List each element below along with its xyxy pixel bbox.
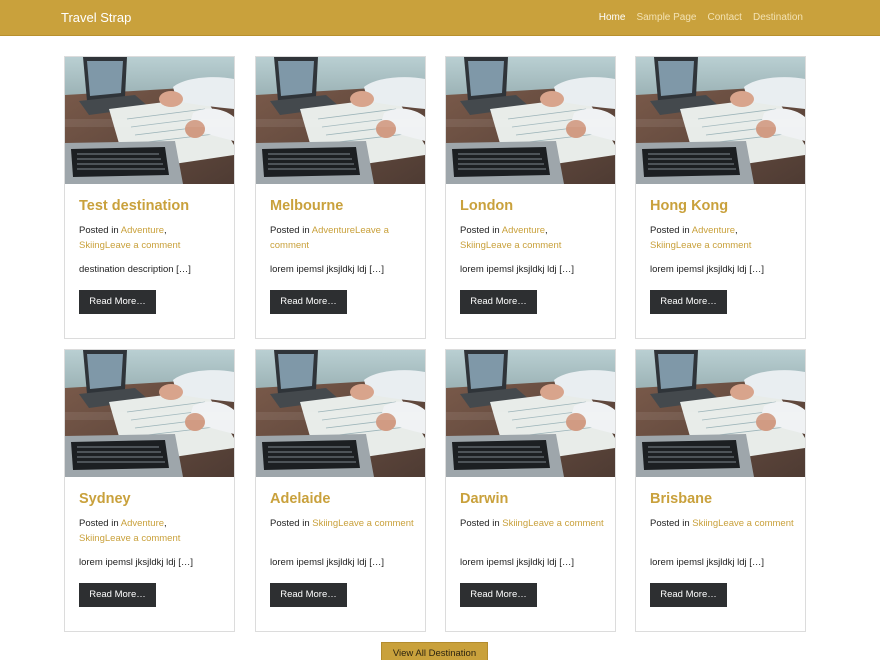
post-excerpt: lorem ipemsl jksjldkj ldj […] (650, 557, 765, 568)
post-title-link[interactable]: Melbourne (270, 198, 343, 214)
post-card: Hong Kong Posted in Adventure, SkiingLeav… (635, 56, 806, 339)
leave-comment-link[interactable]: Leave a comment (486, 240, 562, 251)
post-title-link[interactable]: Test destination (79, 198, 189, 214)
leave-comment-link[interactable]: Leave a comment (676, 240, 752, 251)
read-more-button[interactable]: Read More… (270, 290, 347, 314)
post-thumbnail-link[interactable] (65, 57, 234, 184)
post-excerpt: lorem ipemsl jksjldkj ldj […] (460, 557, 575, 568)
post-meta: Posted in Adventure, SkiingLeave a commen… (650, 223, 798, 253)
laptop-desk-photo-icon (256, 350, 425, 477)
category-link[interactable]: Skiing (312, 518, 338, 529)
posted-in-label: Posted in (79, 518, 121, 529)
post-card: Adelaide Posted in SkiingLeave a comment… (255, 349, 426, 632)
post-thumbnail-link[interactable] (256, 57, 425, 184)
post-card: Test destination Posted in Adventure, Ski… (64, 56, 235, 339)
posted-in-label: Posted in (460, 225, 502, 236)
leave-comment-link[interactable]: Leave a comment (105, 240, 181, 251)
read-more-button[interactable]: Read More… (460, 290, 537, 314)
leave-comment-link[interactable]: Leave a comment (105, 533, 181, 544)
post-meta: Posted in SkiingLeave a comment (270, 516, 418, 531)
posted-in-label: Posted in (270, 225, 312, 236)
nav-destination[interactable]: Destination (753, 12, 803, 23)
laptop-desk-photo-icon (65, 350, 234, 477)
category-link[interactable]: Adventure (692, 225, 735, 236)
post-thumbnail-link[interactable] (446, 57, 615, 184)
category-link[interactable]: Skiing (79, 533, 105, 544)
main-nav: Home Sample Page Contact Destination (599, 12, 803, 23)
post-card: Brisbane Posted in SkiingLeave a comment… (635, 349, 806, 632)
post-meta: Posted in Adventure, SkiingLeave a commen… (79, 223, 227, 253)
read-more-button[interactable]: Read More… (650, 290, 727, 314)
read-more-button[interactable]: Read More… (460, 583, 537, 607)
laptop-desk-photo-icon (446, 57, 615, 184)
post-title-link[interactable]: Darwin (460, 491, 508, 507)
category-link[interactable]: Adventure (502, 225, 545, 236)
post-excerpt: lorem ipemsl jksjldkj ldj […] (270, 264, 385, 275)
post-excerpt: lorem ipemsl jksjldkj ldj […] (79, 557, 194, 568)
post-title-link[interactable]: London (460, 198, 513, 214)
category-link[interactable]: Adventure (121, 518, 164, 529)
post-excerpt: lorem ipemsl jksjldkj ldj […] (270, 557, 385, 568)
posted-in-label: Posted in (460, 518, 503, 529)
leave-comment-link[interactable]: Leave a comment (528, 518, 604, 529)
laptop-desk-photo-icon (256, 57, 425, 184)
nav-contact[interactable]: Contact (708, 12, 742, 23)
post-meta: Posted in SkiingLeave a comment (650, 516, 798, 531)
read-more-button[interactable]: Read More… (270, 583, 347, 607)
post-title-link[interactable]: Sydney (79, 491, 131, 507)
category-link[interactable]: Adventure (312, 225, 355, 236)
post-meta: Posted in AdventureLeave a comment (270, 223, 418, 253)
post-card: Sydney Posted in Adventure, SkiingLeave a… (64, 349, 235, 632)
post-thumbnail-link[interactable] (65, 350, 234, 477)
category-link[interactable]: Skiing (650, 240, 676, 251)
post-card: Melbourne Posted in AdventureLeave a com… (255, 56, 426, 339)
view-all-destination-button[interactable]: View All Destination (381, 642, 488, 660)
category-separator: , (545, 225, 548, 236)
category-link[interactable]: Adventure (121, 225, 164, 236)
post-meta: Posted in SkiingLeave a comment (460, 516, 608, 531)
leave-comment-link[interactable]: Leave a comment (718, 518, 794, 529)
site-brand-link[interactable]: Travel Strap (61, 10, 131, 25)
top-navbar: Travel Strap Home Sample Page Contact De… (0, 0, 880, 36)
post-excerpt: lorem ipemsl jksjldkj ldj […] (460, 264, 575, 275)
laptop-desk-photo-icon (446, 350, 615, 477)
posted-in-label: Posted in (650, 518, 693, 529)
nav-sample-page[interactable]: Sample Page (636, 12, 696, 23)
post-excerpt: lorem ipemsl jksjldkj ldj […] (650, 264, 765, 275)
category-link[interactable]: Skiing (692, 518, 718, 529)
laptop-desk-photo-icon (636, 350, 805, 477)
posted-in-label: Posted in (270, 518, 313, 529)
category-link[interactable]: Skiing (502, 518, 528, 529)
nav-home[interactable]: Home (599, 12, 626, 23)
read-more-button[interactable]: Read More… (79, 583, 156, 607)
category-separator: , (735, 225, 738, 236)
posted-in-label: Posted in (79, 225, 121, 236)
post-thumbnail-link[interactable] (636, 350, 805, 477)
read-more-button[interactable]: Read More… (650, 583, 727, 607)
post-thumbnail-link[interactable] (636, 57, 805, 184)
category-separator: , (164, 225, 167, 236)
post-title-link[interactable]: Adelaide (270, 491, 330, 507)
leave-comment-link[interactable]: Leave a comment (338, 518, 414, 529)
post-thumbnail-link[interactable] (256, 350, 425, 477)
post-title-link[interactable]: Hong Kong (650, 198, 728, 214)
laptop-desk-photo-icon (636, 57, 805, 184)
post-card: Darwin Posted in SkiingLeave a comment l… (445, 349, 616, 632)
post-card: London Posted in Adventure, SkiingLeave a… (445, 56, 616, 339)
category-link[interactable]: Skiing (460, 240, 486, 251)
post-meta: Posted in Adventure, SkiingLeave a commen… (79, 516, 227, 546)
post-meta: Posted in Adventure, SkiingLeave a commen… (460, 223, 608, 253)
post-thumbnail-link[interactable] (446, 350, 615, 477)
read-more-button[interactable]: Read More… (79, 290, 156, 314)
post-title-link[interactable]: Brisbane (650, 491, 712, 507)
posted-in-label: Posted in (650, 225, 692, 236)
category-separator: , (164, 518, 167, 529)
post-excerpt: destination description […] (79, 264, 191, 275)
category-link[interactable]: Skiing (79, 240, 105, 251)
laptop-desk-photo-icon (65, 57, 234, 184)
